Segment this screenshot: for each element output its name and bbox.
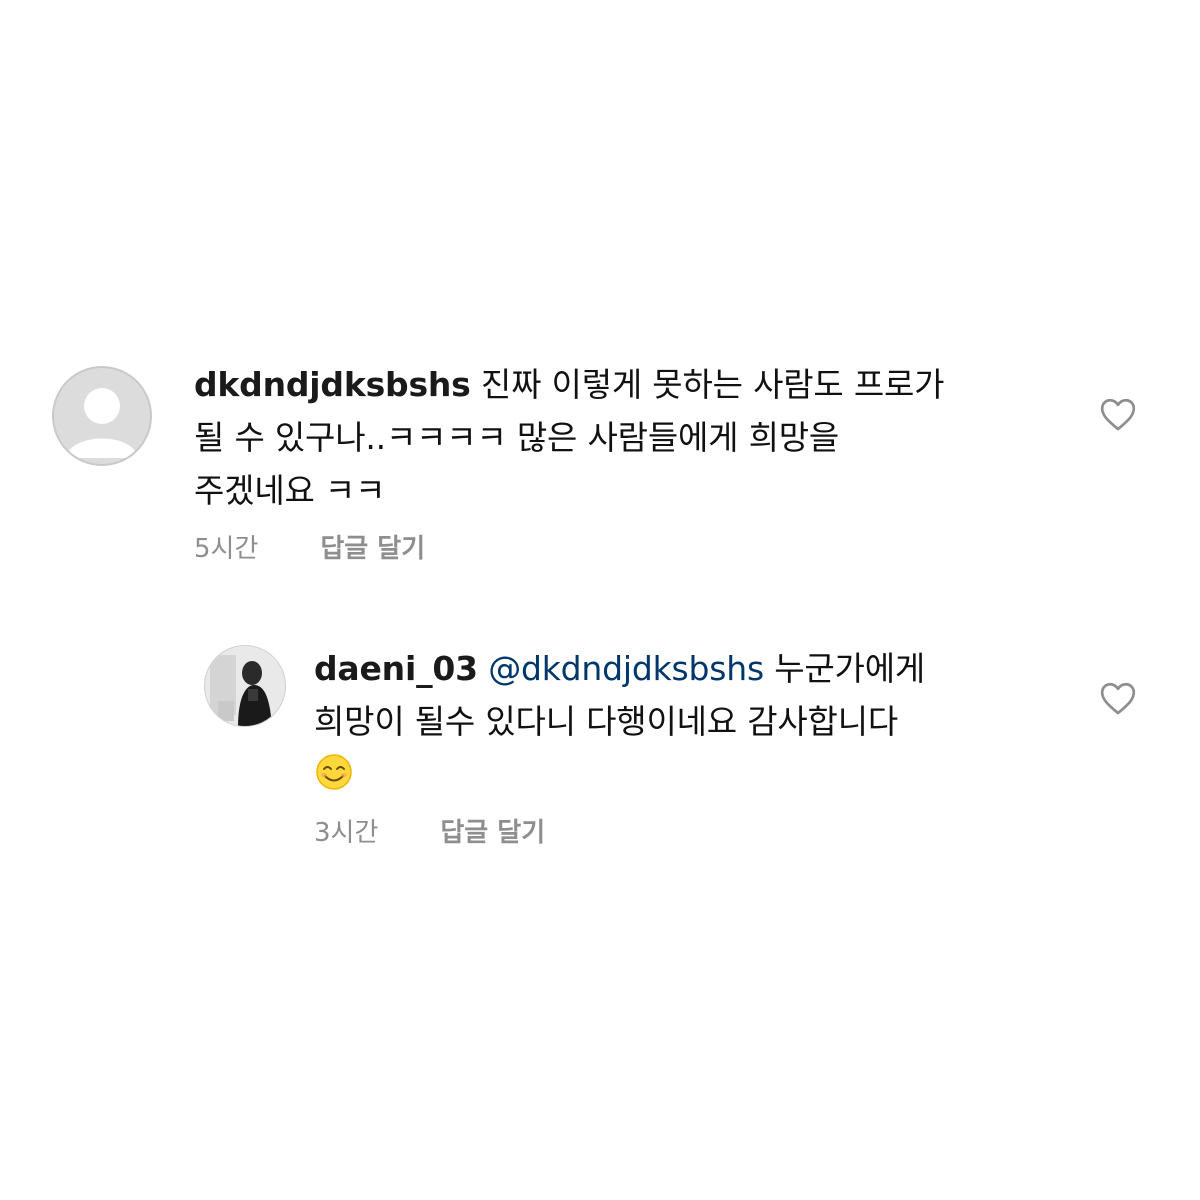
photo-avatar[interactable] [204,645,286,727]
comment-timestamp: 3시간 [314,818,379,848]
heart-outline-icon[interactable] [1099,396,1137,432]
comment-meta: 3시간 답글 달기 [314,812,545,849]
comment-body: daeni_03 @dkdndjdksbshs 누군가에게 희망이 될수 있다니… [314,642,1074,801]
comment-body: dkdndjdksbshs 진짜 이렇게 못하는 사람도 프로가 될 수 있구나… [194,358,1054,517]
reply-button[interactable]: 답글 달기 [320,528,425,565]
comment-meta: 5시간 답글 달기 [194,528,425,565]
mention-link[interactable]: @dkdndjdksbshs [488,649,764,688]
smiling-face-emoji [316,754,352,790]
default-avatar-icon[interactable] [52,366,152,466]
comment-username[interactable]: daeni_03 [314,649,478,688]
comment-timestamp: 5시간 [194,534,259,564]
heart-outline-icon[interactable] [1099,680,1137,716]
comment-username[interactable]: dkdndjdksbshs [194,365,471,404]
reply-button[interactable]: 답글 달기 [440,812,545,849]
